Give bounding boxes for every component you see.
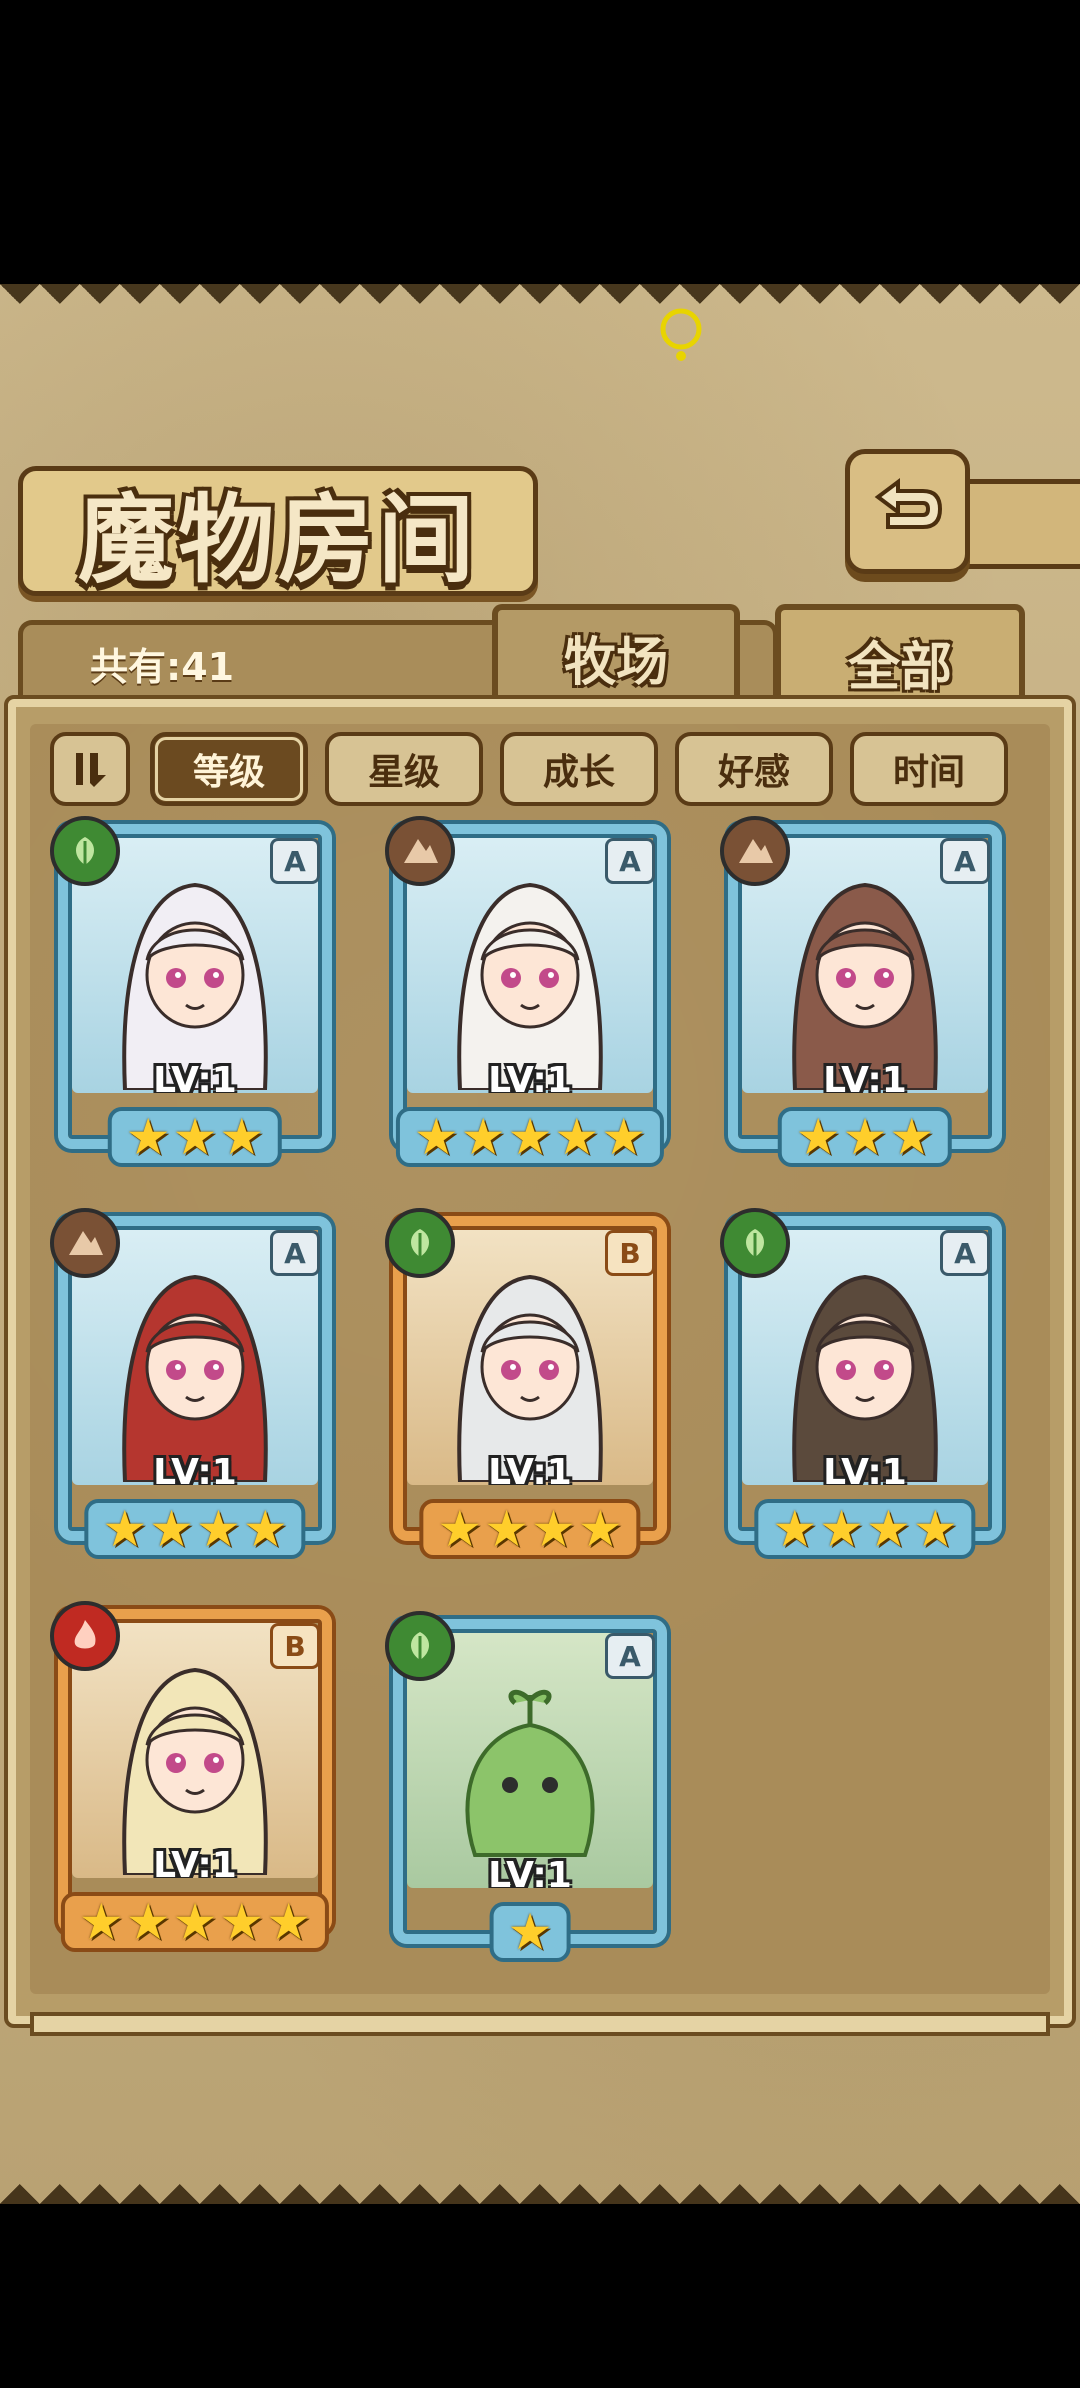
star-icon: ★	[125, 1893, 171, 1951]
monster-level: LV:1	[153, 1060, 237, 1093]
monster-card[interactable]: LV:1 B ★ ★ ★ ★ ★	[50, 1601, 340, 1969]
monster-portrait	[122, 1274, 268, 1482]
element-earth-icon	[50, 1208, 120, 1278]
sort-level-button[interactable]: 等级	[150, 732, 308, 806]
element-fire-icon	[50, 1601, 120, 1671]
rank-badge: A	[940, 838, 990, 884]
star-rating: ★ ★ ★	[777, 1107, 953, 1167]
sort-star-button[interactable]: 星级	[325, 732, 483, 806]
back-button-base	[960, 479, 1080, 569]
tab-all[interactable]: 全部	[775, 604, 1025, 714]
monster-portrait	[457, 1274, 603, 1482]
element-earth-icon	[385, 816, 455, 886]
star-icon: ★	[577, 1500, 623, 1558]
monster-level: LV:1	[153, 1845, 237, 1878]
monster-portrait	[457, 882, 603, 1090]
back-arrow-icon	[874, 477, 942, 529]
star-rating: ★ ★ ★ ★	[754, 1499, 976, 1559]
monster-card[interactable]: LV:1 A ★ ★ ★	[50, 816, 340, 1184]
star-icon: ★	[484, 1500, 529, 1558]
star-icon: ★	[219, 1893, 265, 1951]
monster-level: LV:1	[153, 1452, 237, 1485]
monster-card[interactable]: LV:1 A ★ ★ ★ ★	[720, 1208, 1010, 1576]
star-rating: ★ ★ ★ ★	[419, 1499, 641, 1559]
star-icon: ★	[507, 1108, 553, 1166]
rank-badge: A	[605, 1633, 655, 1679]
star-icon: ★	[531, 1500, 576, 1558]
rank-badge: B	[605, 1230, 655, 1276]
star-icon: ★	[912, 1500, 958, 1558]
monster-portrait	[792, 882, 938, 1090]
zigzag-border-top	[0, 284, 1080, 344]
element-leaf-icon	[385, 1611, 455, 1681]
monster-card[interactable]: LV:1 A ★ ★ ★	[720, 816, 1010, 1184]
monster-level: LV:1	[823, 1060, 907, 1093]
star-icon: ★	[78, 1893, 124, 1951]
rank-badge: B	[270, 1623, 320, 1669]
monster-card[interactable]: LV:1 A ★	[385, 1611, 675, 1979]
element-leaf-icon	[50, 816, 120, 886]
sort-order-toggle[interactable]	[50, 732, 130, 806]
tab-farm[interactable]: 牧场	[492, 604, 740, 704]
star-icon: ★	[795, 1108, 841, 1166]
star-icon: ★	[601, 1108, 647, 1166]
rank-badge: A	[270, 838, 320, 884]
monster-portrait	[792, 1274, 938, 1482]
star-icon: ★	[242, 1500, 288, 1558]
monster-level: LV:1	[823, 1452, 907, 1485]
star-rating: ★ ★ ★	[107, 1107, 283, 1167]
monster-count: 共有:41	[90, 645, 235, 689]
element-leaf-icon	[385, 1208, 455, 1278]
sort-order-icon	[76, 753, 106, 787]
star-icon: ★	[866, 1500, 911, 1558]
star-icon: ★	[772, 1500, 818, 1558]
star-icon: ★	[842, 1108, 888, 1166]
monster-level: LV:1	[488, 1855, 572, 1888]
monster-card[interactable]: LV:1 A ★ ★ ★ ★ ★	[385, 816, 675, 1184]
monster-card[interactable]: LV:1 B ★ ★ ★ ★	[385, 1208, 675, 1576]
monster-level: LV:1	[488, 1452, 572, 1485]
monster-portrait	[465, 1689, 595, 1857]
star-icon: ★	[125, 1108, 171, 1166]
star-rating: ★ ★ ★ ★ ★	[395, 1107, 665, 1167]
monster-portrait	[122, 882, 268, 1090]
element-earth-icon	[720, 816, 790, 886]
game-screen: 魔物房间 共有:41 牧场 全部 等级 星级 成长 好感 时间 LV:1 A ★…	[0, 284, 1080, 2204]
star-icon: ★	[149, 1500, 194, 1558]
star-icon: ★	[102, 1500, 148, 1558]
star-icon: ★	[172, 1108, 218, 1166]
star-icon: ★	[819, 1500, 864, 1558]
location-marker-icon	[656, 304, 706, 378]
star-icon: ★	[266, 1893, 312, 1951]
element-leaf-icon	[720, 1208, 790, 1278]
sort-growth-button[interactable]: 成长	[500, 732, 658, 806]
star-icon: ★	[507, 1903, 553, 1961]
title-banner: 魔物房间	[18, 466, 538, 596]
star-icon: ★	[889, 1108, 935, 1166]
rank-badge: A	[270, 1230, 320, 1276]
monster-card[interactable]: LV:1 A ★ ★ ★ ★	[50, 1208, 340, 1576]
star-icon: ★	[460, 1108, 506, 1166]
star-icon: ★	[437, 1500, 483, 1558]
star-rating: ★	[489, 1902, 571, 1962]
back-button[interactable]	[845, 449, 970, 574]
star-icon: ★	[219, 1108, 265, 1166]
star-rating: ★ ★ ★ ★	[84, 1499, 306, 1559]
page-title: 魔物房间	[78, 482, 478, 596]
sort-time-button[interactable]: 时间	[850, 732, 1008, 806]
panel-bottom-bar	[30, 2012, 1050, 2036]
star-icon: ★	[172, 1893, 218, 1951]
monster-level: LV:1	[488, 1060, 572, 1093]
star-icon: ★	[196, 1500, 241, 1558]
star-icon: ★	[554, 1108, 600, 1166]
rank-badge: A	[940, 1230, 990, 1276]
sort-affinity-button[interactable]: 好感	[675, 732, 833, 806]
zigzag-border-bottom	[0, 2144, 1080, 2204]
star-icon: ★	[413, 1108, 459, 1166]
rank-badge: A	[605, 838, 655, 884]
monster-portrait	[122, 1667, 268, 1875]
star-rating: ★ ★ ★ ★ ★	[60, 1892, 330, 1952]
